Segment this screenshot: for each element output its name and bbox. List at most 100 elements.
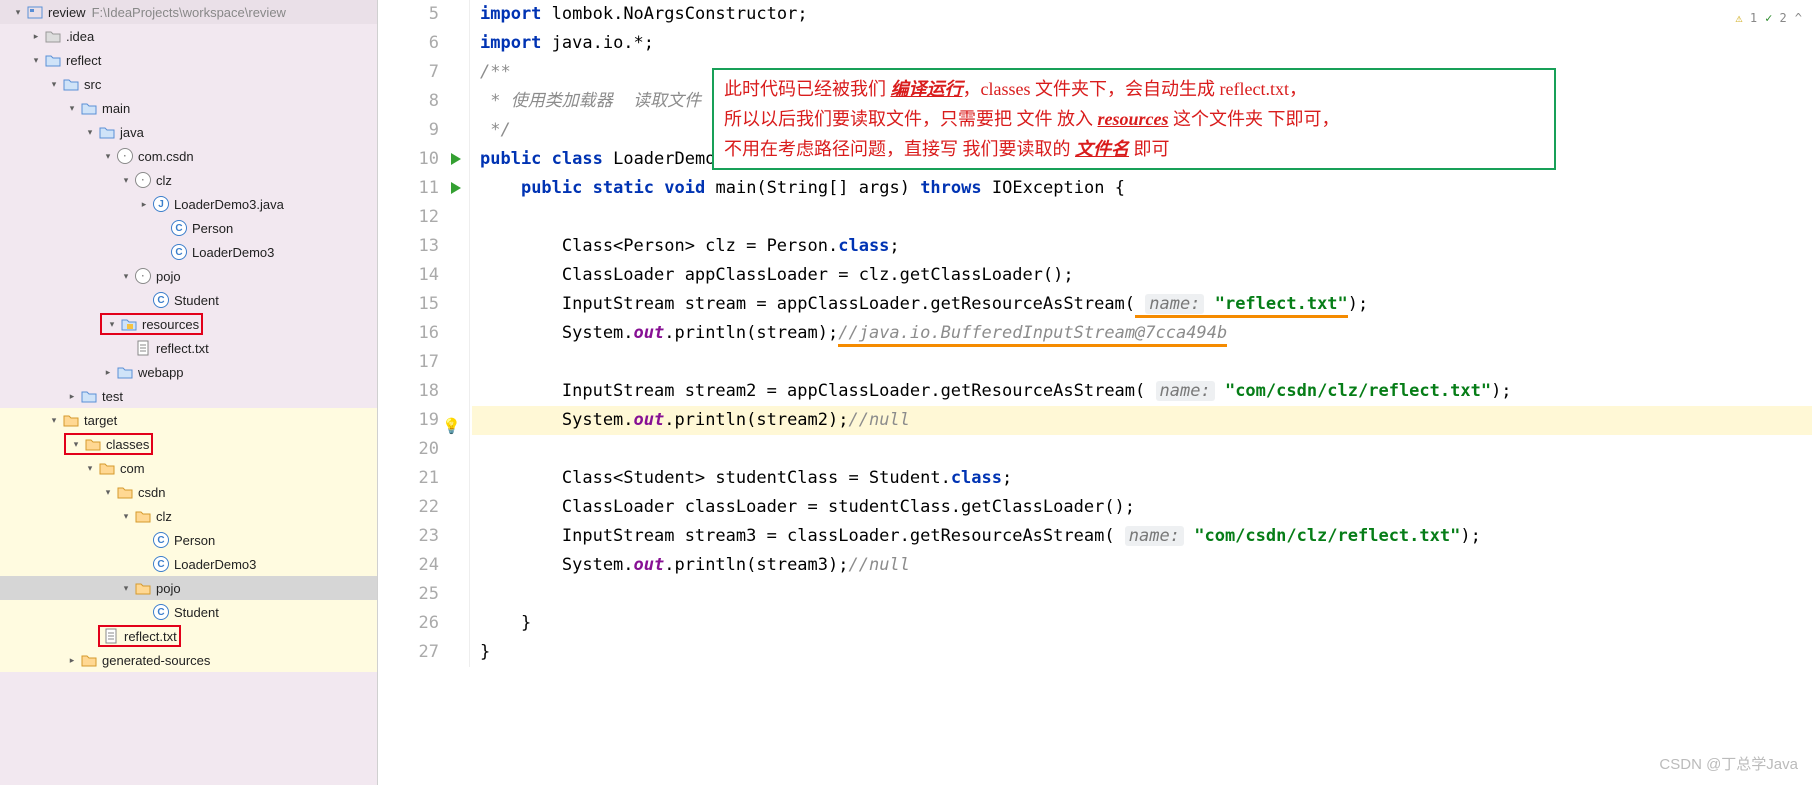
tree-label: reflect.txt: [124, 629, 177, 644]
code-line[interactable]: [472, 348, 1812, 377]
tree-item-student[interactable]: C Student: [0, 600, 377, 624]
code-line[interactable]: [472, 435, 1812, 464]
chevron-icon[interactable]: ▾: [118, 583, 134, 594]
tree-label: csdn: [138, 485, 165, 500]
chevron-icon[interactable]: ▸: [28, 31, 44, 42]
code-line[interactable]: }: [472, 638, 1812, 667]
fld-o-icon: [80, 653, 98, 667]
chevron-icon[interactable]: ▾: [100, 151, 116, 162]
tree-item-loaderdemo3-java[interactable]: ▸JLoaderDemo3.java: [0, 192, 377, 216]
bulb-icon[interactable]: 💡: [442, 412, 461, 441]
fld-o-icon: [134, 581, 152, 595]
fld-b-icon: [44, 53, 62, 67]
chevron-icon[interactable]: ▾: [82, 127, 98, 138]
chevron-icon[interactable]: ▾: [100, 487, 116, 498]
tree-label: Student: [174, 605, 219, 620]
tree-label: clz: [156, 509, 172, 524]
tree-item-loaderdemo3[interactable]: CLoaderDemo3: [0, 552, 377, 576]
tree-label: LoaderDemo3: [192, 245, 274, 260]
tree-label: review: [48, 5, 86, 20]
chevron-icon[interactable]: ▾: [118, 511, 134, 522]
chevron-icon[interactable]: ▾: [64, 103, 80, 114]
tree-item-reflect-txt[interactable]: reflect.txt: [0, 624, 377, 648]
tree-item--idea[interactable]: ▸.idea: [0, 24, 377, 48]
tree-item-com-csdn[interactable]: ▾·com.csdn: [0, 144, 377, 168]
tree-item-src[interactable]: ▾src: [0, 72, 377, 96]
run-gutter-icon[interactable]: [451, 182, 461, 194]
chevron-icon[interactable]: ▾: [82, 463, 98, 474]
tree-label: com: [120, 461, 145, 476]
chevron-icon[interactable]: ▾: [118, 271, 134, 282]
chevron-icon[interactable]: ▾: [28, 55, 44, 66]
chevron-icon[interactable]: ▾: [118, 175, 134, 186]
tree-label: clz: [156, 173, 172, 188]
tree-item-person[interactable]: CPerson: [0, 216, 377, 240]
project-tree[interactable]: ▾reviewF:\IdeaProjects\workspace\review▸…: [0, 0, 378, 785]
chevron-icon[interactable]: ▸: [136, 199, 152, 210]
chevron-icon[interactable]: ▾: [68, 439, 84, 450]
code-line[interactable]: InputStream stream = appClassLoader.getR…: [472, 290, 1812, 319]
code-line[interactable]: Class<Student> studentClass = Student.cl…: [472, 464, 1812, 493]
tree-item-student[interactable]: CStudent: [0, 288, 377, 312]
tree-label: target: [84, 413, 117, 428]
tree-item-reflect[interactable]: ▾reflect: [0, 48, 377, 72]
code-line[interactable]: import java.io.*;: [472, 29, 1812, 58]
tree-item-csdn[interactable]: ▾ csdn: [0, 480, 377, 504]
tree-item-person[interactable]: CPerson: [0, 528, 377, 552]
fld-b-icon: [80, 101, 98, 115]
chevron-icon[interactable]: ▸: [100, 367, 116, 378]
tree-label: Person: [174, 533, 215, 548]
tree-item-generated-sources[interactable]: ▸generated-sources: [0, 648, 377, 672]
code-line[interactable]: }: [472, 609, 1812, 638]
code-line[interactable]: System.out.println(stream);//java.io.Buf…: [472, 319, 1812, 348]
tree-item-test[interactable]: ▸ test: [0, 384, 377, 408]
tree-item-target[interactable]: ▾ target: [0, 408, 377, 432]
code-line[interactable]: InputStream stream3 = classLoader.getRes…: [472, 522, 1812, 551]
tree-label: webapp: [138, 365, 184, 380]
chevron-icon[interactable]: ▾: [46, 415, 62, 426]
run-gutter-icon[interactable]: [451, 153, 461, 165]
tree-item-com[interactable]: ▾ com: [0, 456, 377, 480]
tree-label: LoaderDemo3.java: [174, 197, 284, 212]
code-line[interactable]: [472, 580, 1812, 609]
tree-label: reflect.txt: [156, 341, 209, 356]
pkg-icon: ·: [116, 148, 134, 164]
tree-item-java[interactable]: ▾ java: [0, 120, 377, 144]
tree-label: test: [102, 389, 123, 404]
tree-label: resources: [142, 317, 199, 332]
res-icon: [120, 317, 138, 331]
chevron-icon[interactable]: ▸: [64, 391, 80, 402]
chevron-icon[interactable]: ▾: [46, 79, 62, 90]
code-line[interactable]: InputStream stream2 = appClassLoader.get…: [472, 377, 1812, 406]
tree-item-loaderdemo3[interactable]: CLoaderDemo3: [0, 240, 377, 264]
chevron-icon[interactable]: ▸: [64, 655, 80, 666]
fld-o-icon: [134, 509, 152, 523]
tree-item-pojo[interactable]: ▾pojo: [0, 576, 377, 600]
code-line[interactable]: [472, 203, 1812, 232]
tree-item-clz[interactable]: ▾·clz: [0, 168, 377, 192]
cls-icon: C: [152, 604, 170, 620]
code-line[interactable]: public static void main(String[] args) t…: [472, 174, 1812, 203]
code-line[interactable]: System.out.println(stream2);//null: [472, 406, 1812, 435]
tree-item-reflect-txt[interactable]: reflect.txt: [0, 336, 377, 360]
editor-gutter: 5678910111213141516171819💡20212223242526…: [378, 0, 470, 667]
tree-label: java: [120, 125, 144, 140]
tree-item-resources[interactable]: ▾ resources: [0, 312, 377, 336]
code-line[interactable]: System.out.println(stream3);//null: [472, 551, 1812, 580]
chevron-icon[interactable]: ▾: [104, 319, 120, 330]
tree-item-main[interactable]: ▾main: [0, 96, 377, 120]
code-editor[interactable]: 5678910111213141516171819💡20212223242526…: [378, 0, 1812, 785]
code-line[interactable]: ClassLoader classLoader = studentClass.g…: [472, 493, 1812, 522]
tree-item-webapp[interactable]: ▸ webapp: [0, 360, 377, 384]
tree-item-pojo[interactable]: ▾·pojo: [0, 264, 377, 288]
inspection-widget[interactable]: ⚠ 1 ✓ 2 ^: [1735, 4, 1802, 33]
code-line[interactable]: Class<Person> clz = Person.class;: [472, 232, 1812, 261]
txt-icon: [134, 340, 152, 356]
tree-item-classes[interactable]: ▾classes: [0, 432, 377, 456]
chevron-icon[interactable]: ▾: [10, 7, 26, 18]
tree-item-review[interactable]: ▾reviewF:\IdeaProjects\workspace\review: [0, 0, 377, 24]
code-line[interactable]: ClassLoader appClassLoader = clz.getClas…: [472, 261, 1812, 290]
cls-icon: C: [152, 556, 170, 572]
tree-item-clz[interactable]: ▾ clz: [0, 504, 377, 528]
code-line[interactable]: import lombok.NoArgsConstructor;: [472, 0, 1812, 29]
